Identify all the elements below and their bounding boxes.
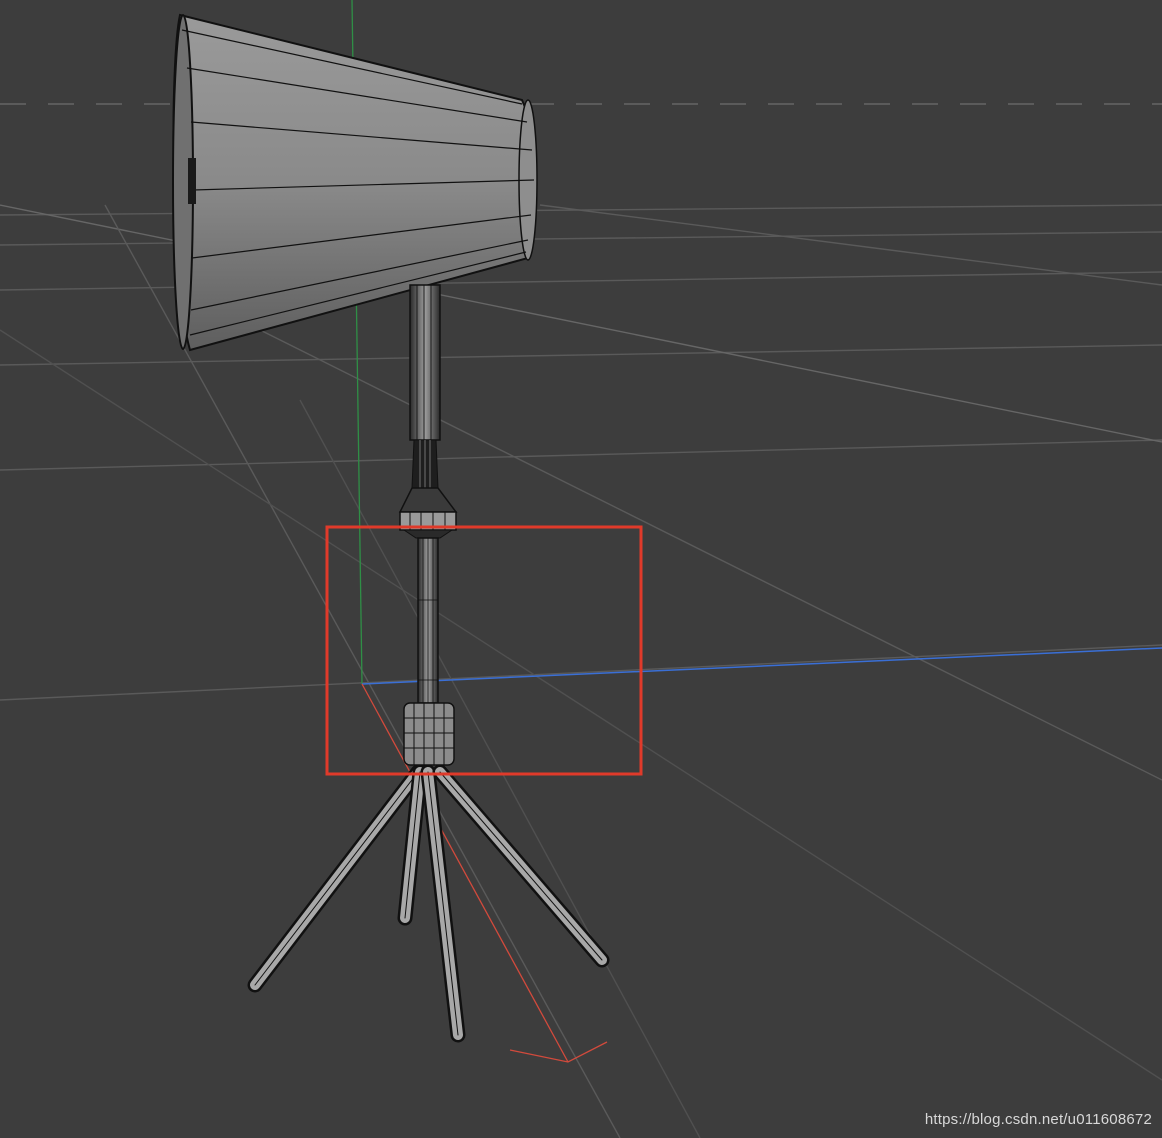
lamp-joint[interactable] (398, 487, 458, 539)
lamp-lower-pole[interactable] (417, 537, 439, 704)
lamp-tripod-legs[interactable] (247, 764, 610, 1043)
watermark-text: https://blog.csdn.net/u011608672 (924, 1111, 1152, 1128)
leg-right (432, 764, 610, 968)
lamp-base-hub[interactable] (403, 702, 455, 766)
leg-front (420, 764, 466, 1043)
lamp-shade[interactable] (172, 13, 538, 352)
z-axis-line (361, 647, 1162, 685)
scene-canvas[interactable] (0, 0, 1162, 1138)
lamp-upper-pole[interactable] (409, 284, 441, 489)
x-axis-line (361, 683, 569, 1063)
leg-left (247, 764, 426, 993)
3d-viewport[interactable]: https://blog.csdn.net/u011608672 (0, 0, 1162, 1138)
selection-box (325, 525, 643, 776)
ground-grid (0, 204, 1162, 1138)
